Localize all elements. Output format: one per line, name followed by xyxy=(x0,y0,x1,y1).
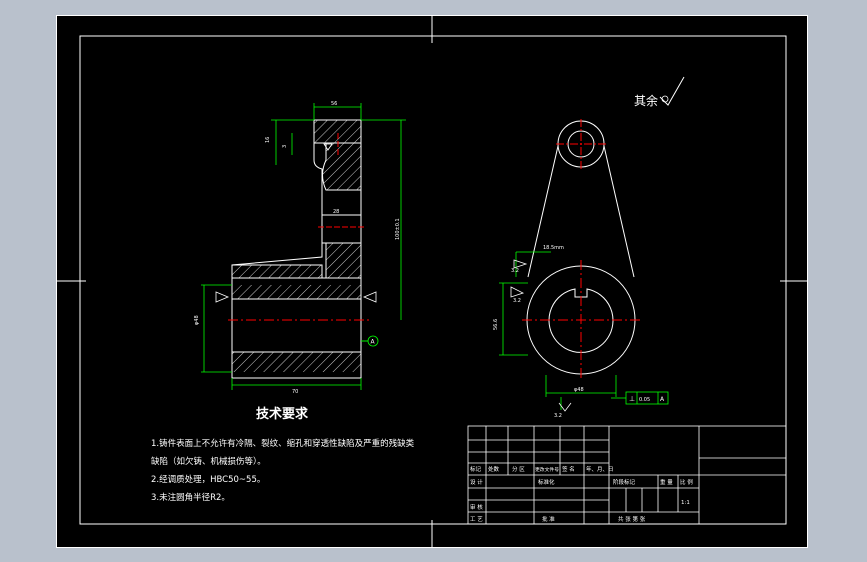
svg-text:更改文件号: 更改文件号 xyxy=(535,466,559,473)
svg-text:1.铸件表面上不允许有冷隔、裂纹、缩孔和穿透性缺陷及严重的残: 1.铸件表面上不允许有冷隔、裂纹、缩孔和穿透性缺陷及严重的残缺类 xyxy=(151,438,415,449)
perpendicularity-frame: ⊥ 0.05 A xyxy=(611,391,669,405)
svg-text:3.2: 3.2 xyxy=(511,268,519,274)
svg-text:1:1: 1:1 xyxy=(681,500,690,506)
svg-text:处数: 处数 xyxy=(488,465,500,473)
surface-note: 其余 xyxy=(634,76,685,108)
svg-text:年、月、日: 年、月、日 xyxy=(586,465,614,473)
svg-text:A: A xyxy=(660,396,665,403)
svg-text:18.5mm: 18.5mm xyxy=(543,245,564,251)
title-block xyxy=(467,425,787,525)
outer-frame xyxy=(56,15,808,548)
svg-text:审 核: 审 核 xyxy=(470,503,483,511)
cad-drawing: 56 16 3 28 100±0.1 φ48 70 A 18.5mm 56.6 … xyxy=(56,15,808,548)
svg-text:批 准: 批 准 xyxy=(542,515,555,523)
svg-text:3.2: 3.2 xyxy=(554,413,562,419)
technical-requirements: 技术要求 1.铸件表面上不允许有冷隔、裂纹、缩孔和穿透性缺陷及严重的残缺类 缺陷… xyxy=(151,406,415,503)
svg-text:重 量: 重 量 xyxy=(660,478,673,486)
svg-text:技术要求: 技术要求 xyxy=(256,406,309,422)
title-block-texts: 标记 处数 分 区 更改文件号 签 名 年、月、日 设 计 标准化 审 核 工 … xyxy=(470,465,693,523)
svg-text:3.未注圆角半径R2。: 3.未注圆角半径R2。 xyxy=(151,492,230,503)
drawing-viewport[interactable]: 56 16 3 28 100±0.1 φ48 70 A 18.5mm 56.6 … xyxy=(56,15,808,548)
section-dim-texts: 56 16 3 28 100±0.1 φ48 70 xyxy=(194,101,401,395)
svg-text:设 计: 设 计 xyxy=(470,478,483,486)
svg-text:3.2: 3.2 xyxy=(513,298,521,304)
svg-text:比 例: 比 例 xyxy=(680,478,693,486)
centering-marks xyxy=(56,15,808,548)
svg-text:3: 3 xyxy=(282,145,288,148)
svg-text:φ48: φ48 xyxy=(194,315,200,325)
datum-a-marker: A xyxy=(361,335,379,347)
svg-text:阶段标记: 阶段标记 xyxy=(613,478,636,486)
svg-text:标记: 标记 xyxy=(470,465,482,473)
svg-text:100±0.1: 100±0.1 xyxy=(395,218,401,240)
section-view xyxy=(228,119,369,379)
svg-text:工 艺: 工 艺 xyxy=(470,516,483,523)
svg-text:⊥: ⊥ xyxy=(629,395,635,403)
svg-text:2.经调质处理，HBC50~55。: 2.经调质处理，HBC50~55。 xyxy=(151,474,265,485)
svg-text:56: 56 xyxy=(331,101,337,107)
inner-frame xyxy=(79,35,787,525)
svg-text:56.6: 56.6 xyxy=(493,319,499,330)
svg-text:φ48: φ48 xyxy=(574,387,584,393)
svg-text:28: 28 xyxy=(333,209,339,215)
svg-text:16: 16 xyxy=(265,137,271,143)
plan-view xyxy=(522,119,640,380)
svg-text:分 区: 分 区 xyxy=(512,465,525,473)
svg-text:其余: 其余 xyxy=(634,93,658,108)
plan-dimensions xyxy=(499,251,617,410)
svg-text:A: A xyxy=(371,339,376,346)
svg-text:70: 70 xyxy=(292,389,298,395)
svg-text:缺陷（如欠铸、机械损伤等）。: 缺陷（如欠铸、机械损伤等）。 xyxy=(151,456,266,467)
svg-text:0.05: 0.05 xyxy=(639,397,650,403)
svg-text:标准化: 标准化 xyxy=(538,478,555,486)
svg-text:签 名: 签 名 xyxy=(562,465,575,473)
svg-text:共 张 第 张: 共 张 第 张 xyxy=(618,515,646,523)
